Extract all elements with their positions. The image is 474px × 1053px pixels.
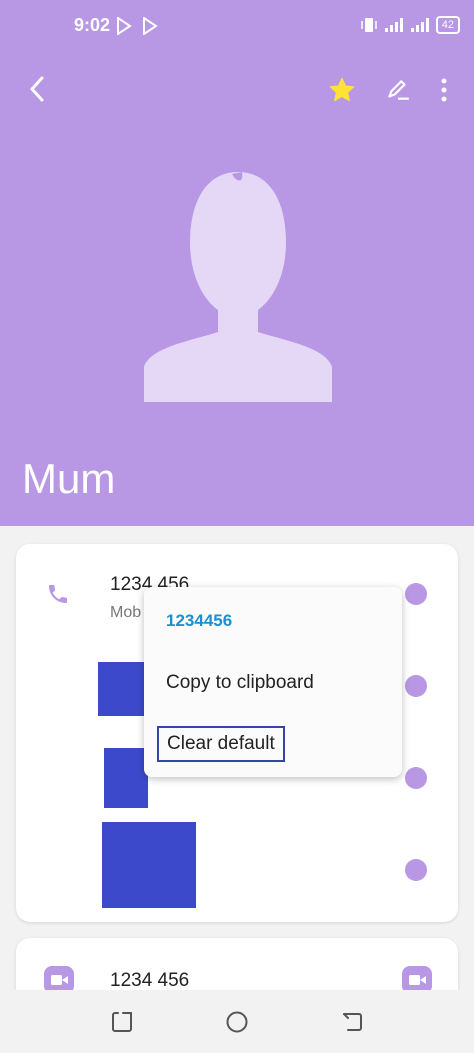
signal-icon <box>410 18 429 32</box>
context-menu: 1234456 Copy to clipboard Clear default <box>144 587 402 777</box>
edit-icon <box>388 80 409 100</box>
back-button[interactable] <box>22 74 52 104</box>
status-time: 9:02 <box>74 15 111 35</box>
copy-to-clipboard-item[interactable]: Copy to clipboard <box>166 672 314 694</box>
play-store-icon <box>117 17 132 35</box>
message-icon[interactable] <box>404 582 428 606</box>
status-bar: 9:02 42 <box>0 0 474 52</box>
redacted-block <box>104 748 148 808</box>
video-phone-number[interactable]: 1234 456 <box>110 970 189 992</box>
edit-button[interactable] <box>382 74 414 106</box>
phone-icon <box>49 585 67 603</box>
contact-avatar <box>144 172 332 402</box>
more-icon <box>441 78 447 102</box>
clear-default-item[interactable]: Clear default <box>157 726 285 762</box>
star-icon <box>329 77 355 102</box>
back-icon <box>30 76 44 102</box>
message-icon[interactable] <box>404 858 428 882</box>
recent-apps-icon[interactable] <box>110 1010 134 1034</box>
navigation-bar <box>0 990 474 1053</box>
battery-level: 42 <box>435 16 460 34</box>
popup-number: 1234456 <box>166 611 233 630</box>
message-icon[interactable] <box>404 674 428 698</box>
contact-header: Mum <box>0 0 474 526</box>
message-icon[interactable] <box>404 766 428 790</box>
home-icon[interactable] <box>225 1010 249 1034</box>
signal-icon <box>384 18 403 32</box>
contact-name: Mum <box>22 455 116 502</box>
play-store-icon <box>143 17 158 35</box>
more-options-button[interactable] <box>432 74 456 106</box>
back-nav-icon[interactable] <box>340 1010 364 1034</box>
favorite-button[interactable] <box>326 74 358 106</box>
redacted-block <box>98 662 146 716</box>
phone-type: Mob <box>110 604 142 621</box>
redacted-block <box>102 822 196 908</box>
vibrate-icon <box>361 18 377 32</box>
